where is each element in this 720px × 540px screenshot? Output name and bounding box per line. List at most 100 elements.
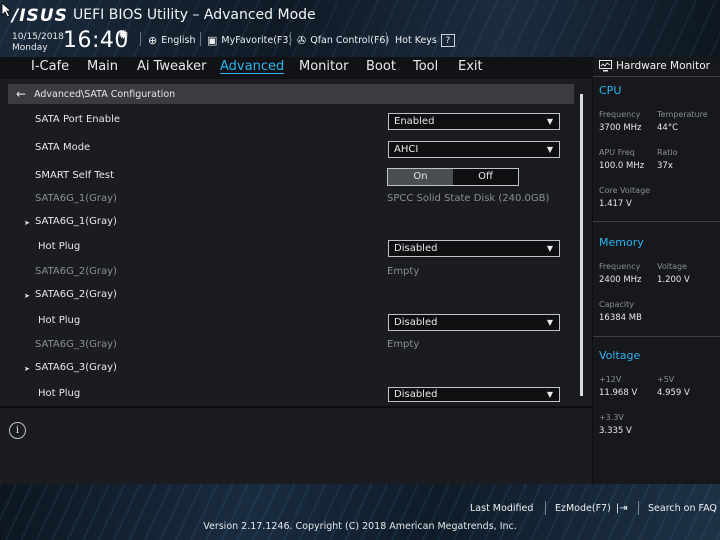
tab-boot[interactable]: Boot (366, 59, 396, 74)
capacity-value: 16384 MB (599, 313, 642, 323)
ezmode-label: EzMode(F7) (555, 503, 611, 514)
port2-info-label: SATA6G_2(Gray) (35, 266, 117, 277)
myfavorite-button[interactable]: ▣ MyFavorite(F3) (207, 34, 292, 47)
sata-mode-select[interactable]: AHCI ▼ (388, 141, 560, 158)
caret-down-icon: ▼ (546, 117, 553, 126)
port1-hotplug-value: Disabled (394, 243, 438, 254)
expand-arrow-icon: ➤ (24, 292, 30, 300)
back-arrow-icon[interactable]: ← (16, 87, 26, 101)
port3-expand-item[interactable]: SATA6G_3(Gray) (35, 362, 117, 373)
expand-arrow-icon: ➤ (24, 365, 30, 373)
divider (290, 32, 291, 46)
cpu-temperature-label: Temperature (657, 110, 708, 119)
divider (386, 32, 387, 46)
caret-down-icon: ▼ (546, 145, 553, 154)
cpu-heading: CPU (599, 84, 622, 97)
breadcrumb-text: Advanced\SATA Configuration (34, 88, 176, 100)
gear-icon[interactable]: ✹ (118, 28, 129, 43)
mouse-cursor-icon (1, 2, 13, 18)
tab-main[interactable]: Main (87, 59, 118, 74)
memory-frequency-value: 2400 MHz (599, 275, 642, 285)
expand-arrow-icon: ➤ (24, 219, 30, 227)
port2-hotplug-select[interactable]: Disabled ▼ (388, 314, 560, 331)
v5-value: 4.959 V (657, 388, 690, 398)
port3-hotplug-select[interactable]: Disabled ▼ (388, 387, 560, 402)
v12-value: 11.968 V (599, 388, 638, 398)
port2-info-value: Empty (387, 266, 420, 277)
ratio-value: 37x (657, 161, 673, 171)
tab-exit[interactable]: Exit (458, 59, 483, 74)
toggle-on-option[interactable]: On (388, 169, 453, 185)
hardware-monitor-panel: Hardware Monitor CPU Frequency 3700 MHz … (593, 57, 720, 484)
memory-voltage-label: Voltage (657, 262, 688, 271)
app-title: UEFI BIOS Utility – Advanced Mode (73, 7, 316, 23)
caret-down-icon: ▼ (546, 244, 553, 253)
divider (200, 32, 201, 46)
tab-monitor[interactable]: Monitor (299, 59, 348, 74)
cpu-frequency-label: Frequency (599, 110, 641, 119)
sata-mode-value: AHCI (394, 144, 419, 155)
footer: Last Modified EzMode(F7) |⇥ Search on FA… (0, 484, 720, 540)
hardware-monitor-header: Hardware Monitor (599, 60, 710, 72)
ratio-label: Ratio (657, 148, 678, 157)
cpu-frequency-value: 3700 MHz (599, 123, 642, 133)
tab-tool[interactable]: Tool (413, 59, 438, 74)
port1-hotplug-select[interactable]: Disabled ▼ (388, 240, 560, 257)
port1-expand-item[interactable]: SATA6G_1(Gray) (35, 216, 117, 227)
divider (593, 336, 720, 337)
divider (545, 501, 546, 515)
port3-info-label: SATA6G_3(Gray) (35, 339, 117, 350)
divider (593, 76, 720, 77)
smart-self-test-toggle: On Off (387, 168, 519, 186)
language-label: English (161, 35, 196, 46)
tab-advanced[interactable]: Advanced (220, 59, 284, 74)
port2-hotplug-label: Hot Plug (38, 315, 81, 326)
qfan-label: Qfan Control(F6) (310, 35, 390, 46)
fan-icon: ✇ (297, 34, 307, 47)
breadcrumb: ← Advanced\SATA Configuration (8, 84, 574, 104)
port2-expand-item[interactable]: SATA6G_2(Gray) (35, 289, 117, 300)
exit-arrow-icon: |⇥ (615, 503, 628, 514)
ezmode-button[interactable]: EzMode(F7) |⇥ (555, 503, 628, 514)
v33-label: +3.3V (599, 413, 624, 422)
tab-icafe[interactable]: I-Cafe (31, 59, 69, 74)
sata-port-enable-select[interactable]: Enabled ▼ (388, 113, 560, 130)
language-button[interactable]: ⊕ English (148, 34, 196, 47)
tab-ai-tweaker[interactable]: Ai Tweaker (137, 59, 206, 74)
divider (593, 221, 720, 222)
divider (0, 406, 592, 408)
hotkeys-button[interactable]: Hot Keys ? (395, 34, 455, 47)
settings-panel: ← Advanced\SATA Configuration SATA Port … (0, 79, 592, 484)
hotkeys-label: Hot Keys (395, 35, 437, 46)
port1-hotplug-label: Hot Plug (38, 241, 81, 252)
divider (140, 32, 141, 46)
toggle-off-option[interactable]: Off (453, 169, 518, 185)
date-text: 10/15/2018 (12, 32, 64, 42)
search-faq-button[interactable]: Search on FAQ (648, 503, 717, 514)
memory-frequency-label: Frequency (599, 262, 641, 271)
port2-hotplug-value: Disabled (394, 317, 438, 328)
v33-value: 3.335 V (599, 426, 632, 436)
caret-down-icon: ▼ (546, 390, 553, 399)
divider (638, 501, 639, 515)
apu-freq-value: 100.0 MHz (599, 161, 645, 171)
port3-hotplug-value: Disabled (394, 389, 438, 400)
weekday-text: Monday (12, 43, 48, 53)
last-modified-button[interactable]: Last Modified (470, 503, 533, 514)
port1-info-label: SATA6G_1(Gray) (35, 193, 117, 204)
sata-mode-label: SATA Mode (35, 142, 91, 153)
capacity-label: Capacity (599, 300, 634, 309)
memory-voltage-value: 1.200 V (657, 275, 690, 285)
cpu-temperature-value: 44°C (657, 123, 679, 133)
top-header: /ISUS UEFI BIOS Utility – Advanced Mode … (0, 0, 720, 57)
qfan-button[interactable]: ✇ Qfan Control(F6) (297, 34, 389, 47)
port3-info-value: Empty (387, 339, 420, 350)
monitor-icon (599, 60, 612, 72)
help-key-icon: ? (440, 34, 455, 47)
scrollbar[interactable] (580, 94, 583, 396)
voltage-heading: Voltage (599, 349, 641, 362)
caret-down-icon: ▼ (546, 318, 553, 327)
asus-logo: /ISUS (12, 6, 68, 26)
sata-port-enable-label: SATA Port Enable (35, 114, 121, 125)
port3-hotplug-label: Hot Plug (38, 388, 81, 399)
